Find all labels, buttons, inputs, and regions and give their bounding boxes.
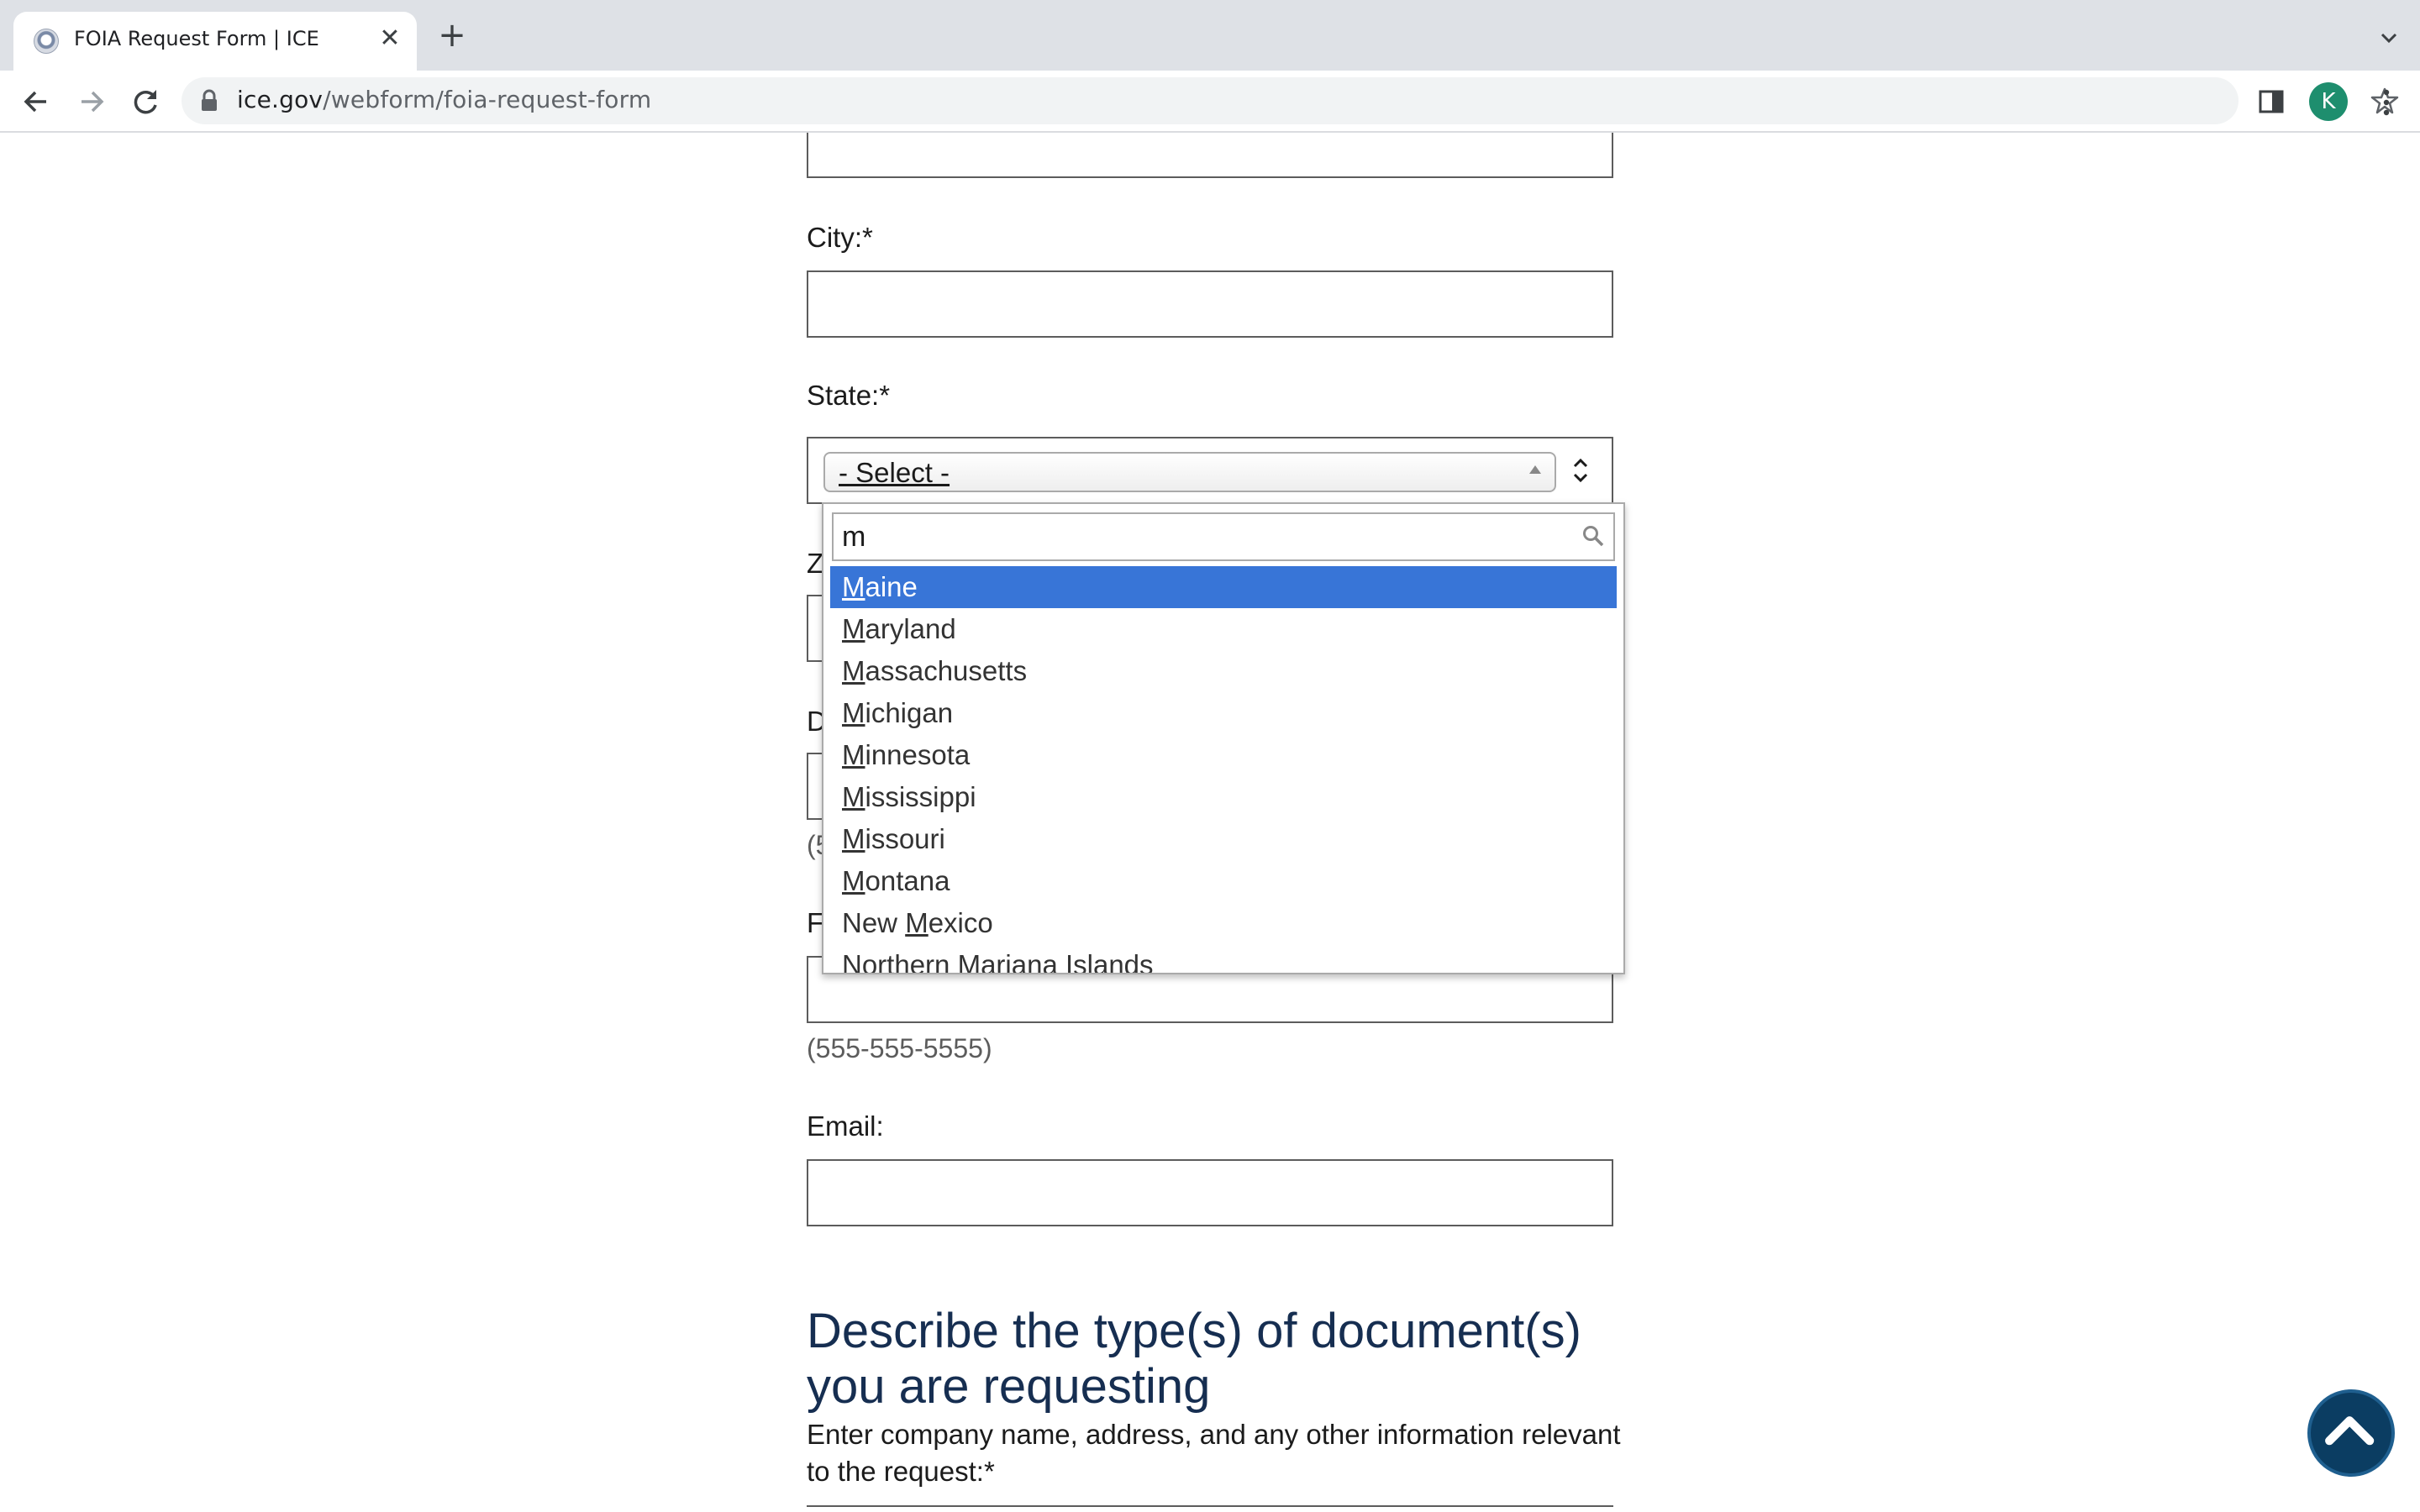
state-option-pre-text: Northern	[842, 949, 958, 974]
state-option-post-text: issouri	[865, 823, 945, 854]
state-option[interactable]: New Mexico	[830, 902, 1617, 944]
state-option-post-text: assachusetts	[865, 655, 1028, 686]
close-tab-icon[interactable]: ✕	[373, 22, 407, 55]
state-option-post-text: ichigan	[865, 697, 954, 728]
lock-icon[interactable]	[200, 89, 218, 113]
side-panel-icon[interactable]	[2257, 87, 2286, 116]
state-option-post-text: innesota	[865, 739, 971, 770]
state-option-pre-text: New	[842, 907, 906, 938]
back-arrow-icon[interactable]	[17, 82, 55, 121]
state-option-post-text: exico	[928, 907, 993, 938]
state-label: State:*	[807, 380, 891, 411]
state-option-list: Maine Maryland Massachusetts Michigan Minnes…	[830, 566, 1617, 974]
state-option-match-text: M	[842, 739, 865, 770]
tab-title: FOIA Request Form | ICE	[74, 27, 319, 50]
city-label: City:*	[807, 222, 873, 253]
back-to-top-button[interactable]	[2307, 1389, 2395, 1477]
city-input[interactable]	[807, 270, 1613, 338]
reload-icon[interactable]	[126, 82, 165, 121]
state-search-value: m	[842, 521, 866, 553]
state-option-match-text: M	[842, 781, 865, 812]
state-option[interactable]: Montana	[830, 860, 1617, 902]
state-option[interactable]: Michigan	[830, 692, 1617, 734]
tab-strip: FOIA Request Form | ICE ✕ +	[0, 0, 2420, 71]
state-option[interactable]: Maine	[830, 566, 1617, 608]
url-path: /webform/foia-request-form	[323, 86, 652, 113]
browser-tab[interactable]: FOIA Request Form | ICE ✕	[13, 12, 417, 71]
state-option[interactable]: Massachusetts	[830, 650, 1617, 692]
state-option-match-text: M	[842, 865, 865, 896]
state-option[interactable]: Missouri	[830, 818, 1617, 860]
state-option-post-text: ariana Islands	[981, 949, 1154, 974]
tab-search-chevron-icon[interactable]	[2375, 24, 2403, 52]
section-heading: Describe the type(s) of document(s) you …	[807, 1304, 1581, 1415]
email-input[interactable]	[807, 1159, 1613, 1226]
state-option[interactable]: Northern Mariana Islands	[830, 944, 1617, 974]
state-option[interactable]: Minnesota	[830, 734, 1617, 776]
state-dropdown: m Maine Maryland Massachusetts Michigan Minn…	[822, 502, 1625, 974]
company-info-textarea[interactable]	[807, 1505, 1613, 1512]
new-tab-button[interactable]: +	[434, 18, 471, 55]
state-option[interactable]: Maryland	[830, 608, 1617, 650]
email-label: Email:	[807, 1110, 884, 1142]
state-option-post-text: ississippi	[865, 781, 976, 812]
state-option-match-text: M	[842, 823, 865, 854]
fax-hint: (555-555-5555)	[807, 1033, 992, 1063]
state-option-match-text: M	[842, 571, 865, 602]
profile-avatar[interactable]: K	[2309, 82, 2348, 121]
more-menu-icon[interactable]	[2371, 86, 2402, 119]
url-text[interactable]: ice.gov/webform/foia-request-form	[237, 86, 651, 113]
state-option-match-text: M	[957, 949, 981, 974]
chevron-up-icon	[2325, 1416, 2375, 1446]
browser-chrome: FOIA Request Form | ICE ✕ + ice.gov/webf…	[0, 0, 2420, 133]
state-select-combobox[interactable]: - Select -	[823, 452, 1556, 492]
page-content: City:* State:* - Select - Z D (5 F (555-…	[0, 133, 2420, 1512]
state-option-match-text: M	[905, 907, 929, 938]
instructions-text: Enter company name, address, and any oth…	[807, 1419, 1621, 1487]
dhs-seal-favicon-icon	[34, 29, 59, 54]
caret-up-icon	[1529, 465, 1541, 474]
url-host: ice.gov	[237, 86, 324, 113]
browser-toolbar: ice.gov/webform/foia-request-form K	[0, 71, 2420, 133]
state-option-match-text: M	[842, 613, 865, 644]
state-option-match-text: M	[842, 655, 865, 686]
state-option[interactable]: Mississippi	[830, 776, 1617, 818]
state-option-post-text: ontana	[865, 865, 950, 896]
state-option-match-text: M	[842, 697, 865, 728]
state-select-value: - Select -	[839, 457, 950, 488]
select-spinner-icon[interactable]	[1570, 454, 1591, 487]
address-input[interactable]	[807, 133, 1613, 178]
state-option-post-text: aine	[865, 571, 918, 602]
forward-arrow-icon[interactable]	[72, 82, 111, 121]
state-option-post-text: aryland	[865, 613, 956, 644]
state-search-input[interactable]: m	[832, 512, 1615, 561]
search-icon	[1583, 526, 1604, 547]
address-bar[interactable]: ice.gov/webform/foia-request-form	[182, 77, 2399, 124]
state-select[interactable]: - Select -	[807, 437, 1613, 504]
